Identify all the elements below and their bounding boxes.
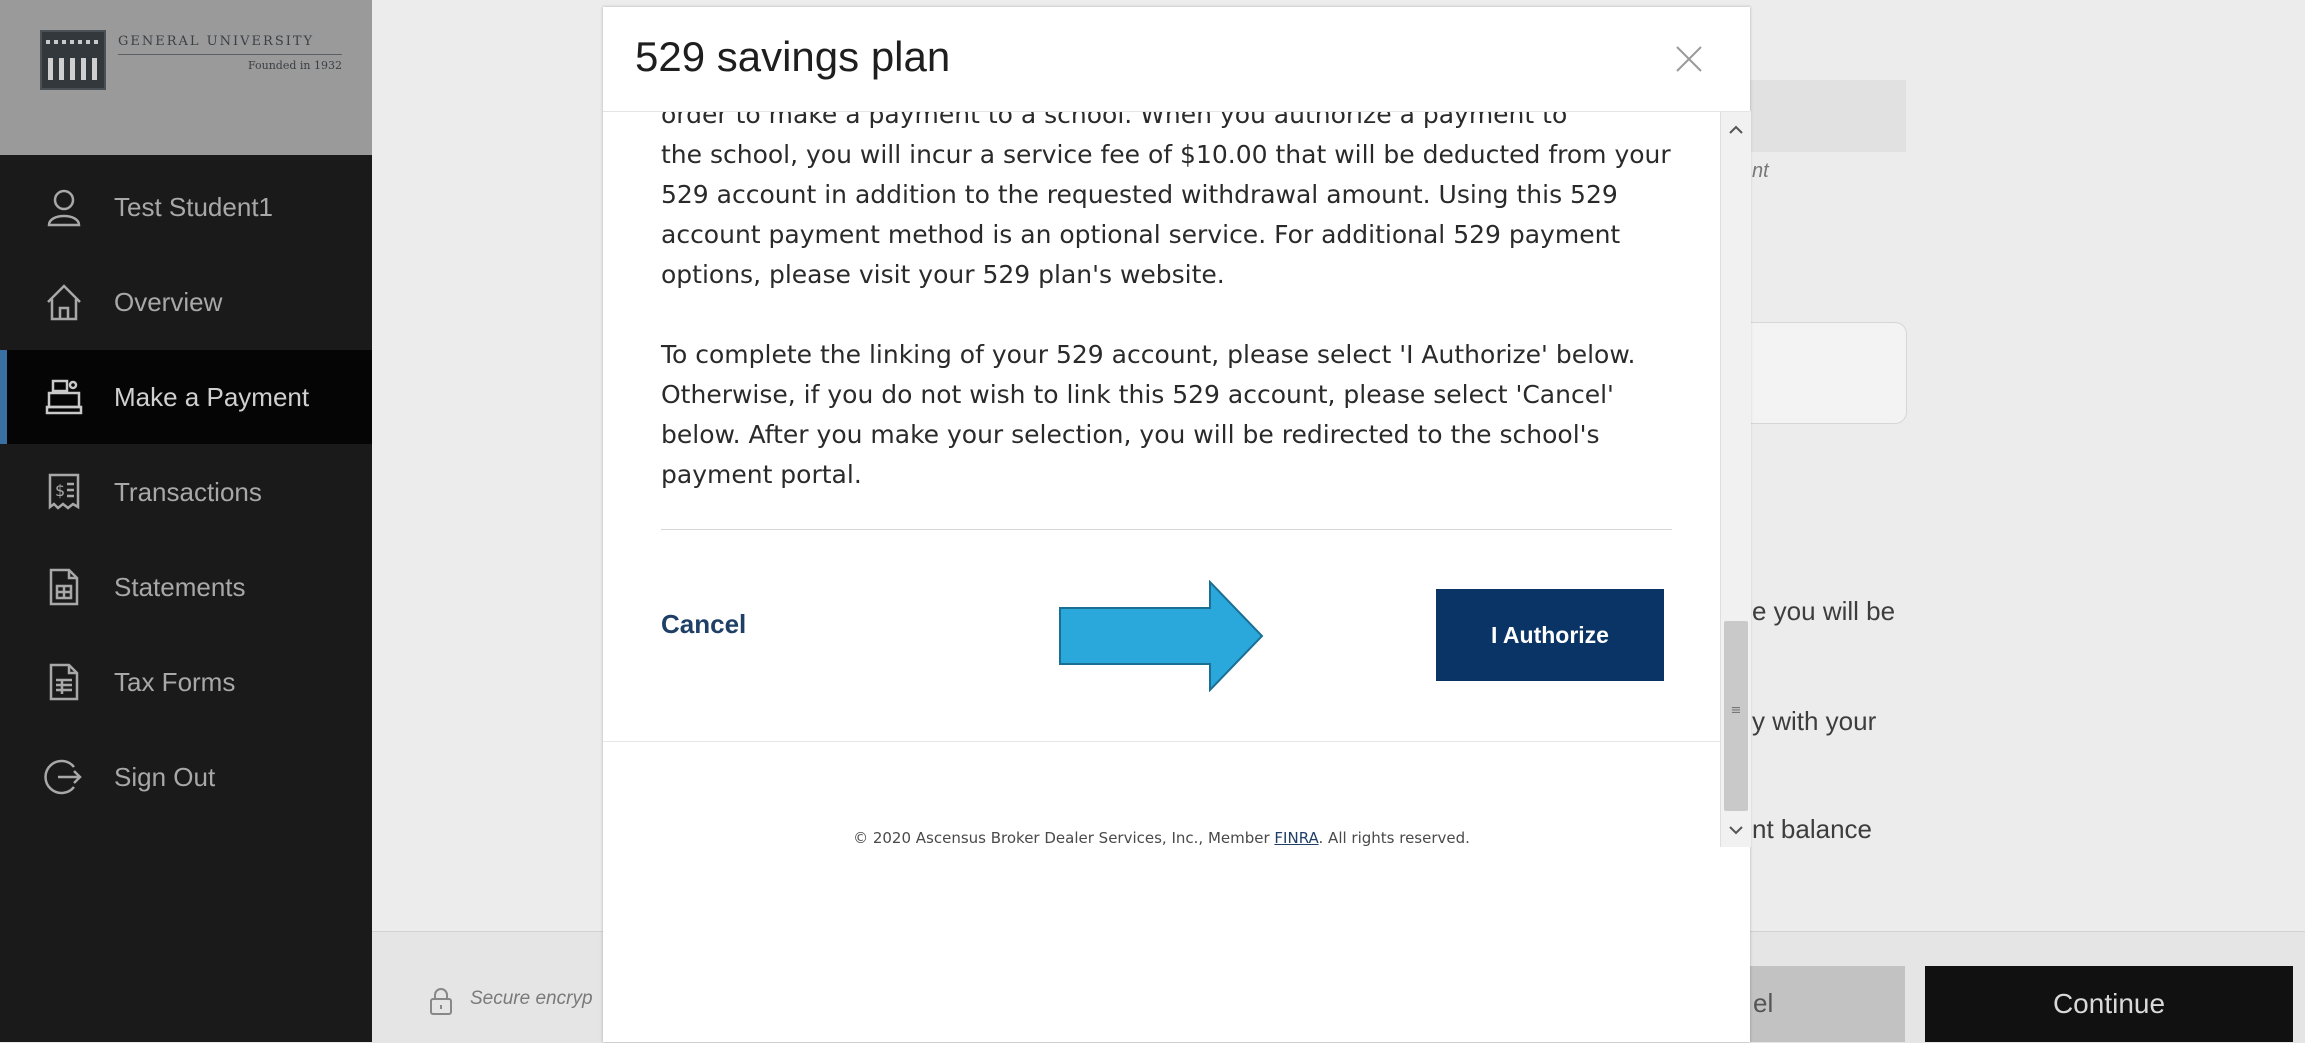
background-partial-text: e you will be [1752, 596, 1896, 626]
modal-body[interactable]: order to make a payment to a school. Whe… [603, 111, 1750, 741]
sidebar-item-label: Sign Out [114, 761, 216, 792]
sidebar: GENERAL UNIVERSITY Founded in 1932 Test … [0, 0, 372, 1042]
fee-paragraph: the school, you will incur a service fee… [661, 140, 1671, 289]
background-cancel-label: el [1753, 988, 1774, 1018]
logo-name: GENERAL UNIVERSITY [118, 34, 315, 49]
close-icon [1676, 46, 1702, 72]
sidebar-item-transactions[interactable]: $ Transactions [0, 445, 372, 539]
sidebar-item-statements[interactable]: Statements [0, 540, 372, 634]
scroll-down-icon[interactable] [1725, 819, 1747, 841]
continue-button[interactable]: Continue [1925, 966, 2293, 1042]
sidebar-item-label: Make a Payment [114, 381, 310, 412]
sidebar-item-tax-forms[interactable]: Tax Forms [0, 635, 372, 729]
receipt-icon: $ [44, 472, 84, 512]
background-input-box [1750, 322, 1907, 424]
sidebar-item-label: Statements [114, 571, 246, 602]
modal-header: 529 savings plan [603, 7, 1750, 112]
sidebar-item-overview[interactable]: Overview [0, 255, 372, 349]
copyright-prefix: © 2020 Ascensus Broker Dealer Services, … [853, 829, 1275, 847]
sidebar-item-profile[interactable]: Test Student1 [0, 160, 372, 254]
sidebar-item-sign-out[interactable]: Sign Out [0, 730, 372, 824]
home-icon [44, 282, 84, 322]
sign-out-icon [44, 757, 84, 797]
background-input [1750, 80, 1906, 152]
scrollbar[interactable]: ≡ [1720, 111, 1751, 847]
background-partial-text: y with your [1752, 706, 1877, 736]
lock-icon [428, 986, 454, 1020]
background-partial-text: nt balance [1752, 814, 1872, 844]
sidebar-item-label: Overview [114, 286, 223, 317]
sidebar-item-label: Test Student1 [114, 191, 273, 222]
divider [661, 529, 1672, 530]
logo-tagline: Founded in 1932 [118, 54, 342, 72]
modal-title: 529 savings plan [635, 33, 951, 80]
divider [603, 741, 1720, 742]
arrow-pointer-icon [1059, 580, 1264, 692]
grip-icon: ≡ [1730, 703, 1742, 718]
register-icon [44, 377, 84, 417]
copyright-suffix: . All rights reserved. [1318, 829, 1470, 847]
modal-dialog: 529 savings plan order to make a payment… [603, 7, 1751, 1042]
paragraph-cut-off: order to make a payment to a school. Whe… [661, 111, 1568, 129]
sidebar-item-make-a-payment[interactable]: Make a Payment [0, 350, 372, 444]
logo-area: GENERAL UNIVERSITY Founded in 1932 [0, 0, 372, 155]
scroll-thumb[interactable]: ≡ [1724, 621, 1748, 811]
background-partial-text: nt [1752, 160, 1769, 182]
copyright-text: © 2020 Ascensus Broker Dealer Services, … [603, 829, 1720, 847]
sidebar-item-label: Tax Forms [114, 666, 236, 697]
tax-form-icon [44, 662, 84, 702]
authorize-instructions-paragraph: To complete the linking of your 529 acco… [661, 340, 1636, 489]
statement-icon [44, 567, 84, 607]
university-logo [40, 30, 106, 90]
close-button[interactable] [1671, 41, 1707, 77]
scroll-up-icon[interactable] [1725, 119, 1747, 141]
sidebar-item-label: Transactions [114, 476, 262, 507]
svg-text:$: $ [55, 481, 65, 500]
user-icon [44, 187, 84, 227]
cancel-link[interactable]: Cancel [661, 609, 746, 640]
i-authorize-button[interactable]: I Authorize [1436, 589, 1664, 681]
secure-encryption-text: Secure encryp [470, 988, 593, 1009]
finra-link[interactable]: FINRA [1274, 829, 1318, 847]
